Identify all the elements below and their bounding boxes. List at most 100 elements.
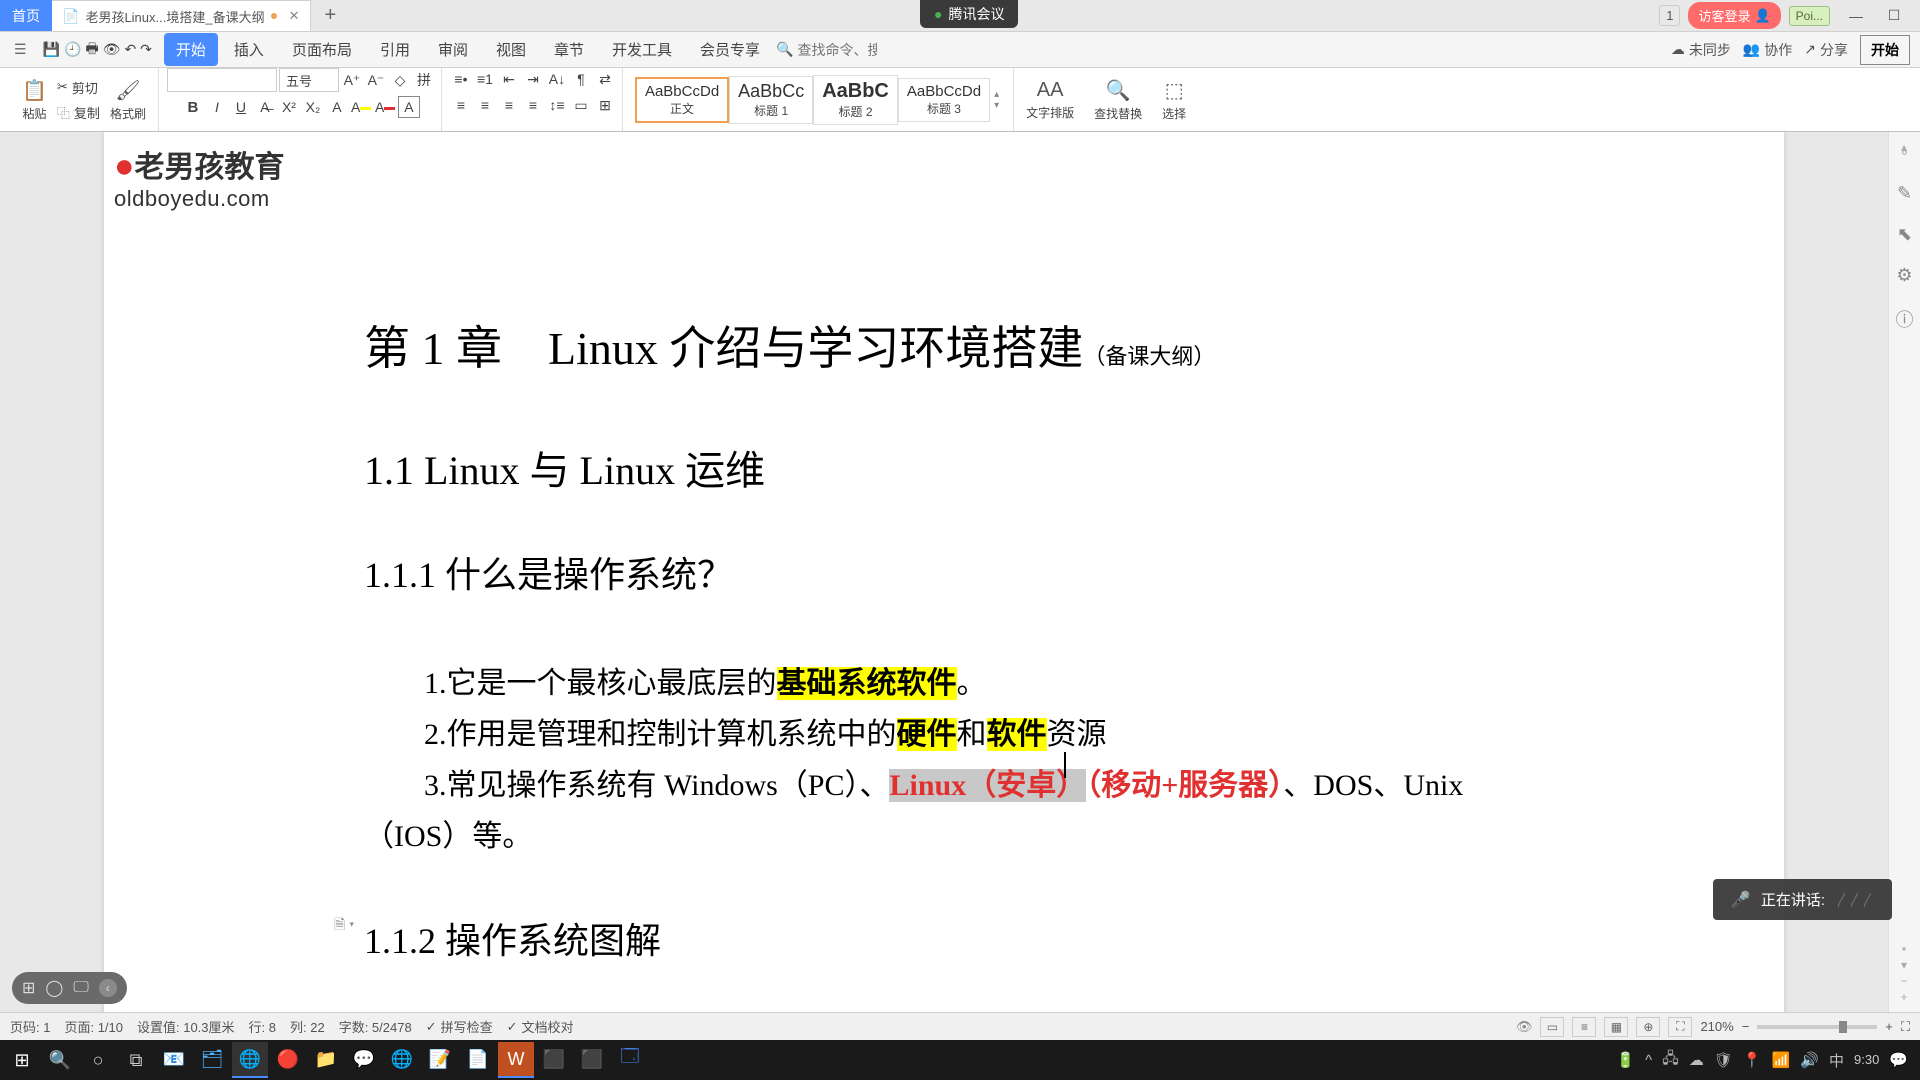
tab-add-button[interactable]: + [311,4,351,27]
align-center-button[interactable]: ≡ [474,94,496,116]
sort-button[interactable]: A↓ [546,68,568,90]
taskbar-app[interactable]: 🗂 [194,1042,230,1078]
search-taskbar-button[interactable]: 🔍 [42,1042,78,1078]
document-page[interactable]: ●老男孩教育 oldboyedu.com 第 1 章 Linux 介绍与学习环境… [104,132,1784,1012]
scroll-up-icon[interactable]: ▴ [1894,140,1914,154]
file-menu[interactable]: 💾 🕘 🖶 👁 ↶ ↷ [35,34,160,66]
tray-volume-icon[interactable]: 🔊 [1800,1051,1819,1069]
sync-status[interactable]: ☁ 未同步 [1671,40,1731,60]
style-heading3[interactable]: AaBbCcDd标题 3 [898,78,990,122]
zoom-thumb[interactable] [1839,1021,1847,1033]
menu-insert[interactable]: 插入 [222,33,276,66]
taskbar-app[interactable]: ⬛ [574,1042,610,1078]
cortana-button[interactable]: ○ [80,1042,116,1078]
menu-member[interactable]: 会员专享 [688,33,772,66]
style-gallery[interactable]: AaBbCcDd正文 AaBbCc标题 1 AaBbC标题 2 AaBbCcDd… [631,75,1007,125]
zoom-label[interactable]: 210% [1700,1019,1733,1034]
find-replace-button[interactable]: 🔍查找替换 [1088,76,1148,124]
window-minimize-button[interactable]: ― [1838,4,1874,28]
zoom-in-button[interactable]: + [1885,1019,1893,1034]
char-border-button[interactable]: A [398,96,420,118]
scroll-dot-icon[interactable]: • [1894,942,1914,956]
taskbar-app[interactable]: 📝 [422,1042,458,1078]
undo-icon[interactable]: ↶ [124,41,136,58]
document-canvas[interactable]: ●老男孩教育 oldboyedu.com 第 1 章 Linux 介绍与学习环境… [0,132,1888,1012]
decrease-font-button[interactable]: A⁻ [365,69,387,91]
tray-shield-icon[interactable]: 🛡 [1714,1051,1733,1069]
line-spacing-button[interactable]: ↕≡ [546,94,568,116]
start-panel-button[interactable]: 开始 [1860,35,1910,65]
status-words[interactable]: 字数: 5/2478 [339,1017,412,1036]
taskbar-app[interactable]: ⬛ [536,1042,572,1078]
menu-page-layout[interactable]: 页面布局 [280,33,364,66]
underline-button[interactable]: U [230,96,252,118]
style-gallery-more[interactable]: ▴▾ [990,89,1003,111]
strikethrough-button[interactable]: A̶ [254,96,276,118]
shading-button[interactable]: ▭ [570,94,592,116]
tray-cloud-icon[interactable]: ☁ [1689,1051,1704,1069]
select-button[interactable]: ⬚选择 [1156,76,1192,124]
floating-toolbar[interactable]: ⊞ ◯ 🖵 ‹ [12,972,127,1004]
view-outline[interactable]: ≡ [1572,1017,1596,1037]
text-effects-button[interactable]: A [326,96,348,118]
taskbar-app[interactable]: W [498,1042,534,1078]
italic-button[interactable]: I [206,96,228,118]
format-painter-button[interactable]: 🖌 格式刷 [104,76,152,124]
share-button[interactable]: ↗ 分享 [1804,40,1848,60]
tab-close-icon[interactable]: ✕ [289,8,300,24]
font-color-button[interactable]: A [374,96,396,118]
strip-edit-icon[interactable]: ✎ [1897,183,1912,204]
grid-icon[interactable]: ⊞ [22,978,35,998]
fit-page-button[interactable]: ⛶ [1901,1019,1910,1035]
subscript-button[interactable]: X₂ [302,96,324,118]
collapse-toolbar-icon[interactable]: ‹ [99,979,117,997]
cut-button[interactable]: ✂剪切 [53,76,104,99]
decrease-indent-button[interactable]: ⇤ [498,68,520,90]
tray-ime-icon[interactable]: 中 [1829,1050,1844,1071]
bold-button[interactable]: B [182,96,204,118]
tray-network-icon[interactable]: 🖧 [1662,1048,1679,1073]
start-menu-button[interactable]: ⊞ [4,1042,40,1078]
strip-help-icon[interactable]: ⓘ [1896,306,1914,332]
align-left-button[interactable]: ≡ [450,94,472,116]
taskbar-app[interactable]: 🗔 [612,1042,648,1078]
tray-battery-icon[interactable]: 🔋 [1616,1051,1635,1069]
increase-font-button[interactable]: A⁺ [341,69,363,91]
taskbar-app[interactable]: 🌐 [384,1042,420,1078]
copy-button[interactable]: ⿻复制 [53,101,104,124]
status-spellcheck[interactable]: ✓拼写检查 [426,1017,493,1036]
zoom-out-button[interactable]: − [1742,1019,1750,1034]
tab-home[interactable]: 首页 [0,0,52,31]
monitor-icon[interactable]: 🖵 [73,979,88,997]
align-right-button[interactable]: ≡ [498,94,520,116]
poi-badge[interactable]: Poi... [1789,6,1830,26]
clear-format-button[interactable]: ◇ [389,69,411,91]
menu-start[interactable]: 开始 [164,33,218,66]
margin-note-icon[interactable]: 🗎 ▾ [334,914,354,938]
zoom-slider[interactable] [1757,1025,1877,1029]
style-heading1[interactable]: AaBbCc标题 1 [729,76,813,124]
tray-location-icon[interactable]: 📍 [1743,1051,1762,1069]
highlight-button[interactable]: A [350,96,372,118]
redo-icon[interactable]: ↷ [140,41,152,58]
increase-indent-button[interactable]: ⇥ [522,68,544,90]
view-reading[interactable]: ⊕ [1636,1017,1660,1037]
phonetic-button[interactable]: 拼 [413,69,435,91]
align-justify-button[interactable]: ≡ [522,94,544,116]
status-page[interactable]: 页码: 1 [10,1017,50,1036]
font-size-select[interactable] [279,68,339,92]
menu-references[interactable]: 引用 [368,33,422,66]
eye-icon[interactable]: 👁 [1516,1019,1533,1035]
view-print-layout[interactable]: ▭ [1540,1017,1564,1037]
scroll-down-icon[interactable]: ▾ [1894,958,1914,972]
strip-settings-icon[interactable]: ⚙ [1896,265,1912,286]
tray-up-icon[interactable]: ^ [1645,1052,1652,1069]
tab-document[interactable]: 📄 老男孩Linux...境搭建_备课大纲 ✕ [52,0,311,31]
show-marks-button[interactable]: ¶ [570,68,592,90]
search-input[interactable] [797,42,877,58]
page-count-badge[interactable]: 1 [1659,5,1680,26]
view-fullscreen[interactable]: ⛶ [1668,1017,1692,1037]
taskbar-clock[interactable]: 9:30 [1854,1053,1879,1067]
font-name-select[interactable] [167,68,277,92]
borders-button[interactable]: ⊞ [594,94,616,116]
